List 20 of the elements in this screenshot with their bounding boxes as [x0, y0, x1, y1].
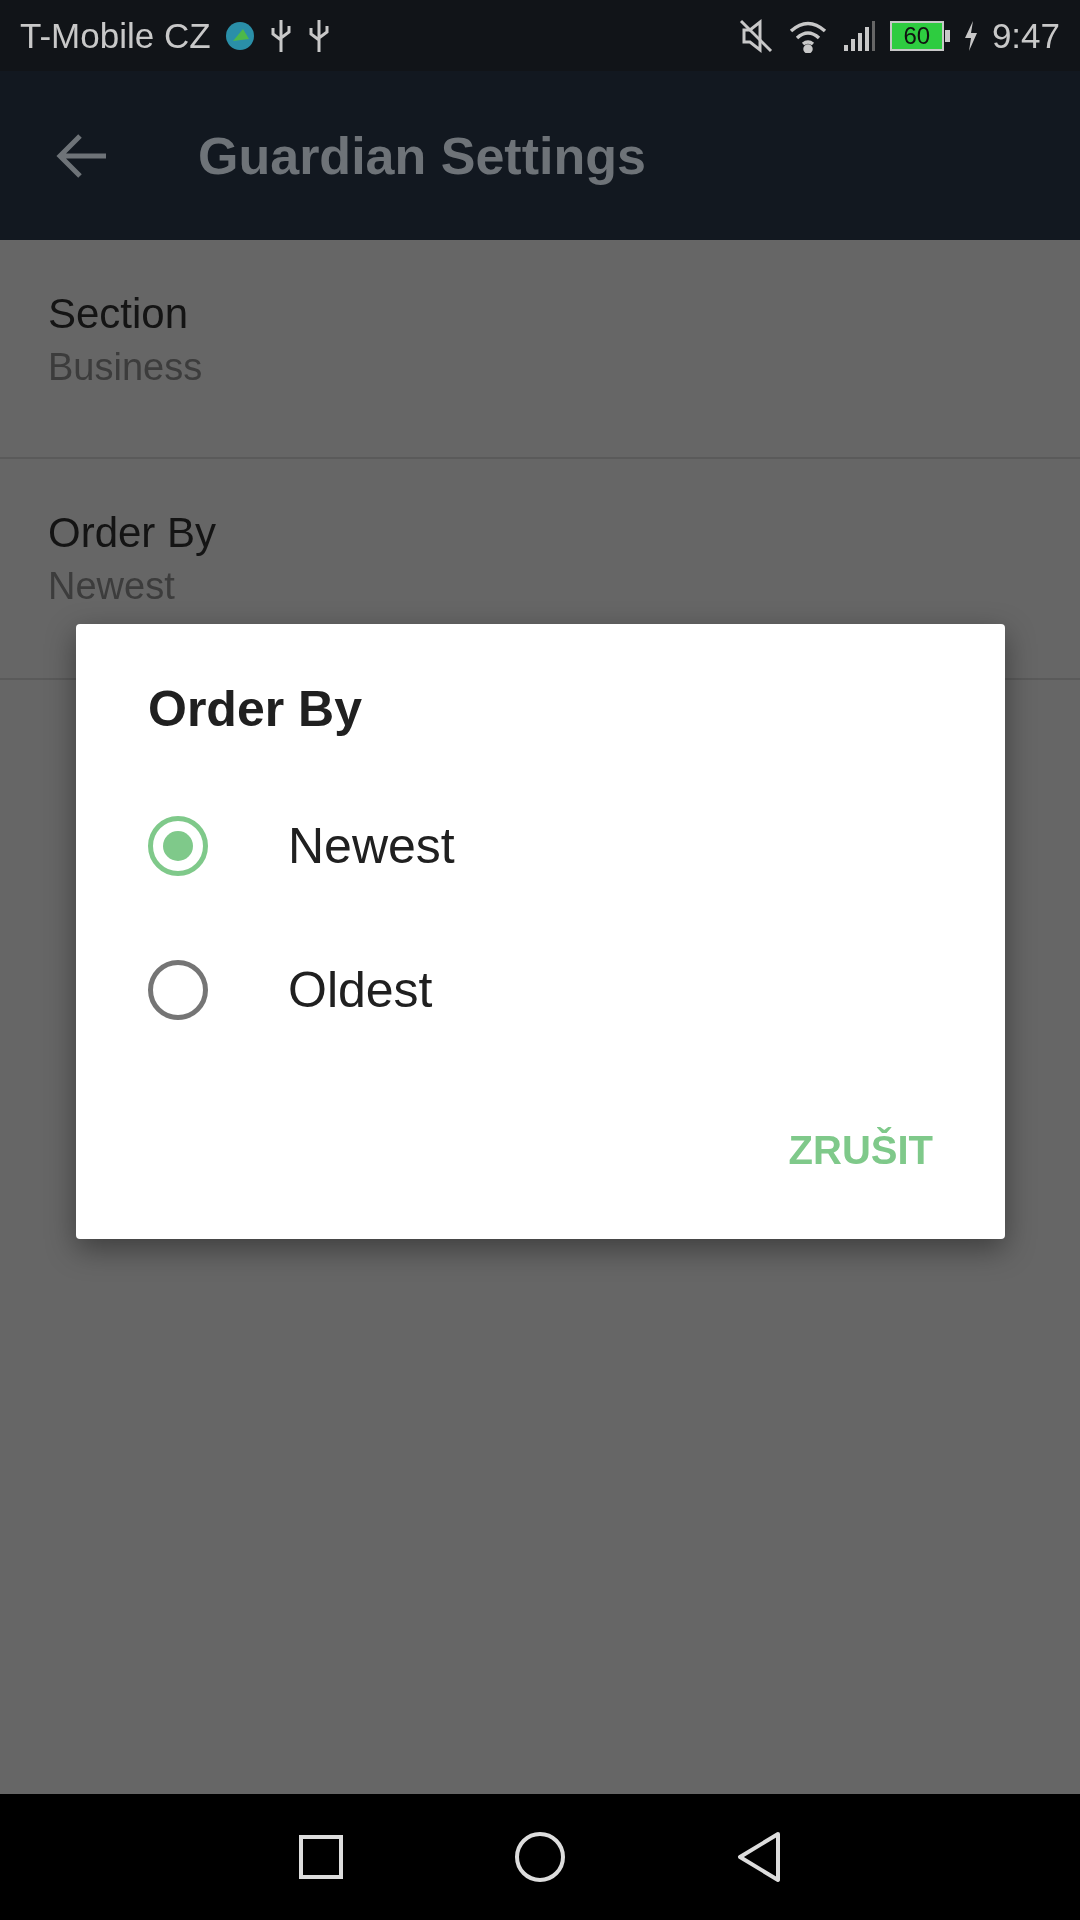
battery-level: 60: [889, 20, 944, 51]
radio-button[interactable]: [148, 816, 208, 876]
setting-title: Section: [48, 290, 190, 338]
muted-icon: [737, 17, 774, 54]
setting-title: Order By: [48, 509, 218, 557]
carrier-name: T-Mobile CZ: [20, 15, 211, 56]
radio-button[interactable]: [148, 960, 208, 1020]
back-icon[interactable]: [736, 1831, 782, 1883]
battery-tip-icon: [944, 29, 950, 42]
signal-icon: [841, 18, 876, 53]
option-label[interactable]: Oldest: [288, 961, 433, 1019]
charging-icon: [963, 20, 978, 51]
dialog-title: Order By: [148, 680, 362, 738]
screen-title: Guardian Settings: [198, 125, 646, 186]
home-icon[interactable]: [514, 1831, 566, 1883]
clock: 9:47: [991, 15, 1060, 56]
back-arrow-icon[interactable]: [56, 132, 108, 179]
option-label[interactable]: Newest: [288, 817, 455, 875]
square-icon[interactable]: [298, 1834, 344, 1880]
globe-icon: [224, 20, 255, 51]
